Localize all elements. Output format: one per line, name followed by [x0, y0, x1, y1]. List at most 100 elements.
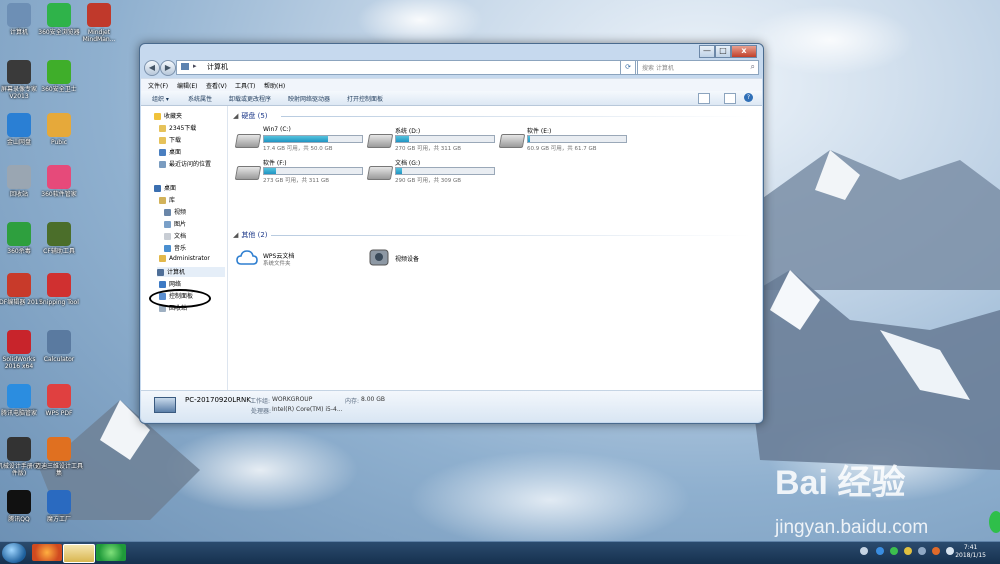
tray-shield-icon[interactable] — [876, 547, 884, 555]
desktop-icon[interactable]: WPS PDF — [34, 384, 84, 417]
nav-administrator[interactable]: Administrator — [159, 255, 210, 265]
nav-lib-music[interactable]: 音乐 — [164, 243, 186, 253]
map-network-drive-button[interactable]: 映射网络驱动器 — [288, 94, 330, 103]
drive-size: 273 GB 可用，共 311 GB — [263, 178, 330, 184]
workgroup-value: WORKGROUP — [272, 396, 313, 403]
refresh-icon[interactable]: ⟳ — [620, 60, 636, 75]
desktop-icon — [154, 185, 161, 192]
menu-help[interactable]: 帮助(H) — [264, 81, 285, 90]
system-properties-button[interactable]: 系统属性 — [188, 94, 212, 103]
hard-drive-icon — [234, 134, 262, 148]
close-button[interactable]: x — [731, 45, 757, 58]
nav-fav-downloads[interactable]: 下载 — [159, 135, 181, 145]
app-icon — [7, 330, 31, 354]
tray-network-icon[interactable] — [918, 547, 926, 555]
desktop-icon-label: 迈迪三维设计工具集 — [34, 463, 83, 477]
uninstall-program-button[interactable]: 卸载或更改程序 — [229, 94, 271, 103]
nav-fav-desktop[interactable]: 桌面 — [159, 147, 181, 157]
content-area: 收藏夹 2345下载 下载 桌面 最近访问的位置 桌面 库 视频 图片 文档 音… — [141, 106, 762, 390]
menu-tools[interactable]: 工具(T) — [235, 81, 255, 90]
nav-network[interactable]: 网络 — [159, 279, 181, 289]
drive-item[interactable]: 系统 (D:) 270 GB 可用，共 311 GB — [366, 126, 498, 158]
app-icon — [7, 437, 31, 461]
menu-file[interactable]: 文件(F) — [148, 81, 168, 90]
side-badge-icon[interactable] — [989, 511, 1000, 533]
drive-usage-fill — [528, 136, 530, 142]
nav-lib-pictures[interactable]: 图片 — [164, 219, 186, 229]
nav-desktop[interactable]: 桌面 — [154, 183, 176, 193]
collapse-arrow-icon: ◢ — [233, 112, 239, 120]
address-bar[interactable]: ▸ 计算机 ▾ — [176, 60, 638, 75]
drive-item[interactable]: Win7 (C:) 17.4 GB 可用，共 50.0 GB — [234, 126, 366, 158]
drive-item[interactable]: 软件 (F:) 273 GB 可用，共 311 GB — [234, 158, 366, 190]
nav-favorites[interactable]: 收藏夹 — [154, 111, 182, 121]
app-icon — [7, 113, 31, 137]
desktop-icon[interactable]: 360软件管家 — [34, 165, 84, 198]
desktop-icon[interactable]: 魔方工厂 — [34, 490, 84, 523]
drive-size: 290 GB 可用，共 309 GB — [395, 178, 462, 184]
group-divider — [271, 235, 751, 236]
workgroup-label: 工作组: — [250, 398, 271, 405]
app-icon — [47, 222, 71, 246]
desktop-icon[interactable]: 360安全卫士 — [34, 60, 84, 93]
menu-edit[interactable]: 编辑(E) — [177, 81, 197, 90]
taskbar-app-icon[interactable] — [32, 544, 62, 561]
address-text: 计算机 — [207, 63, 228, 71]
menu-view[interactable]: 查看(V) — [206, 81, 227, 90]
nav-library[interactable]: 库 — [159, 195, 175, 205]
tray-app-icon[interactable] — [932, 547, 940, 555]
help-icon[interactable]: ? — [744, 93, 753, 102]
open-control-panel-button[interactable]: 打开控制面板 — [347, 94, 383, 103]
nav-fav-recent[interactable]: 最近访问的位置 — [159, 159, 211, 169]
tray-volume-icon[interactable] — [904, 547, 912, 555]
tray-flag-icon[interactable] — [946, 547, 954, 555]
nav-fav-2345[interactable]: 2345下载 — [159, 123, 196, 133]
clock-date: 2018/1/15 — [955, 552, 986, 559]
menu-bar: 文件(F) 编辑(E) 查看(V) 工具(T) 帮助(H) — [141, 78, 762, 91]
organize-button[interactable]: 组织 ▾ — [152, 94, 169, 103]
desktop-icon[interactable]: 迈迪三维设计工具集 — [34, 437, 84, 477]
minimize-button[interactable]: — — [699, 45, 715, 58]
webcam-icon — [369, 249, 389, 266]
desktop-icon[interactable]: Calculator — [34, 330, 84, 363]
maximize-button[interactable]: □ — [715, 45, 731, 58]
window-controls: — □ x — [699, 45, 757, 58]
desktop-icon-label: Calculator — [43, 356, 75, 363]
app-icon — [47, 330, 71, 354]
forward-arrow-icon[interactable]: ▶ — [160, 60, 176, 76]
drive-item[interactable]: 文档 (G:) 290 GB 可用，共 309 GB — [366, 158, 498, 190]
desktop-icon[interactable]: Snipping Tool — [34, 273, 84, 306]
hard-drive-icon — [498, 134, 526, 148]
search-box[interactable]: 搜索 计算机 ⌕ — [637, 60, 759, 75]
cpu-value: Intel(R) Core(TM) i5-4... — [272, 406, 343, 413]
star-icon — [154, 113, 161, 120]
desktop-icon[interactable]: Mindjet MindMan... — [74, 3, 124, 43]
taskbar-clock[interactable]: 7:41 2018/1/15 — [955, 544, 986, 560]
drive-item[interactable]: 软件 (E:) 60.9 GB 可用，共 61.7 GB — [498, 126, 630, 158]
cpu-label: 处理器: — [251, 408, 272, 415]
memory-value: 8.00 GB — [361, 396, 386, 403]
preview-pane-icon[interactable] — [724, 93, 736, 104]
app-icon — [47, 3, 71, 27]
drive-usage-fill — [396, 136, 409, 142]
back-arrow-icon[interactable]: ◀ — [144, 60, 160, 76]
desktop-icon-label: WPS PDF — [45, 410, 73, 417]
drive-usage-fill — [264, 136, 328, 142]
nav-computer[interactable]: 计算机 — [157, 267, 225, 277]
tray-arrow-icon[interactable] — [860, 547, 868, 555]
details-pane: PC-20170920LRNK 工作组: WORKGROUP 内存: 8.00 … — [141, 390, 762, 422]
nav-lib-video[interactable]: 视频 — [164, 207, 186, 217]
tray-360-icon[interactable] — [890, 547, 898, 555]
nav-lib-documents[interactable]: 文档 — [164, 231, 186, 241]
desktop-icon[interactable]: CF辅助工具 — [34, 222, 84, 255]
app-icon — [7, 222, 31, 246]
hard-disks-header[interactable]: ◢ 硬盘 (5) — [233, 111, 268, 121]
desktop-icon-label: 360安全卫士 — [41, 86, 77, 93]
taskbar-browser-icon[interactable] — [96, 544, 126, 561]
taskbar-explorer-icon[interactable] — [63, 544, 95, 563]
start-button[interactable] — [2, 543, 26, 563]
view-options-icon[interactable] — [698, 93, 710, 104]
picture-icon — [164, 221, 171, 228]
desktop-icon[interactable]: Pubic — [34, 113, 84, 146]
other-header[interactable]: ◢ 其他 (2) — [233, 230, 268, 240]
